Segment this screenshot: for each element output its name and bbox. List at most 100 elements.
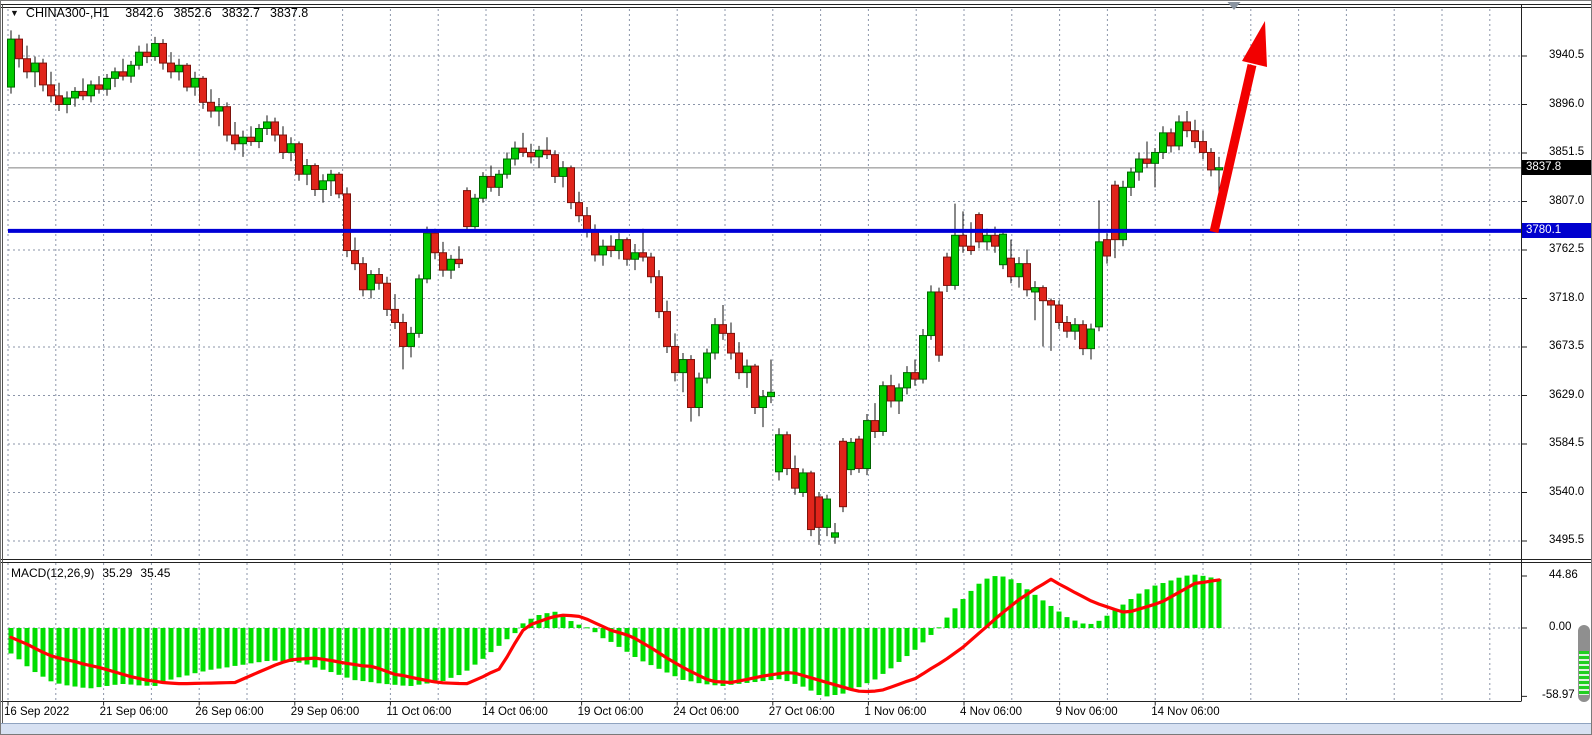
candle[interactable] [448,259,455,270]
candle[interactable] [152,43,159,56]
candle[interactable] [48,85,55,96]
candle[interactable] [984,235,991,242]
candle[interactable] [912,373,919,380]
candle[interactable] [512,148,519,159]
candle[interactable] [216,107,223,111]
candle[interactable] [952,235,959,285]
candle[interactable] [8,39,15,87]
candle[interactable] [616,240,623,251]
candle[interactable] [720,325,727,334]
candle[interactable] [808,473,815,530]
candle[interactable] [304,166,311,175]
candle[interactable] [256,128,263,141]
candle[interactable] [920,336,927,380]
candle[interactable] [352,251,359,264]
candle[interactable] [1136,159,1143,172]
candle[interactable] [1184,122,1191,131]
candle[interactable] [1064,322,1071,331]
candle[interactable] [320,181,327,190]
candle[interactable] [272,122,279,135]
candle[interactable] [752,366,759,407]
candle[interactable] [960,235,967,246]
candle[interactable] [976,215,983,242]
candle[interactable] [1024,264,1031,290]
candle[interactable] [392,309,399,322]
candle[interactable] [1040,288,1047,301]
trend-arrow-head[interactable] [1242,21,1267,67]
candle[interactable] [848,442,855,469]
candle[interactable] [904,373,911,388]
candle[interactable] [360,264,367,290]
candle[interactable] [328,174,335,181]
candle[interactable] [608,246,615,250]
candle[interactable] [832,533,839,537]
candle[interactable] [440,253,447,270]
candle[interactable] [1072,325,1079,332]
candle[interactable] [368,275,375,290]
candle[interactable] [936,292,943,355]
candle[interactable] [968,246,975,250]
candle[interactable] [1160,133,1167,153]
candle[interactable] [768,392,775,396]
candle[interactable] [96,85,103,89]
candle[interactable] [168,63,175,72]
candle[interactable] [1168,133,1175,146]
candle[interactable] [112,72,119,79]
candle[interactable] [712,325,719,353]
candle[interactable] [624,240,631,260]
candle[interactable] [1192,131,1199,142]
candle[interactable] [472,198,479,226]
candle[interactable] [80,91,87,95]
candle[interactable] [944,257,951,285]
candle[interactable] [432,233,439,253]
candle[interactable] [64,98,71,105]
candle[interactable] [224,107,231,135]
candle[interactable] [88,85,95,96]
candle[interactable] [344,194,351,251]
candle[interactable] [312,166,319,190]
candle[interactable] [200,78,207,102]
candle[interactable] [816,497,823,528]
candle[interactable] [464,191,471,227]
candle[interactable] [856,439,863,468]
candle[interactable] [176,65,183,72]
candle[interactable] [736,353,743,373]
candle[interactable] [144,52,151,56]
candle[interactable] [632,253,639,260]
candle[interactable] [664,312,671,347]
candle[interactable] [872,421,879,432]
candle[interactable] [240,137,247,144]
candle[interactable] [648,257,655,277]
candle[interactable] [56,96,63,105]
candle[interactable] [696,378,703,407]
candle[interactable] [488,176,495,187]
candle[interactable] [528,152,535,156]
candle[interactable] [728,333,735,353]
macd-scrollbar-thumb[interactable] [1578,625,1590,702]
candle[interactable] [688,360,695,408]
candle[interactable] [16,39,23,59]
candle[interactable] [1200,142,1207,153]
candle[interactable] [1016,264,1023,277]
candle[interactable] [1096,242,1103,327]
candle[interactable] [896,388,903,401]
candle[interactable] [504,159,511,174]
candle[interactable] [408,333,415,346]
candle[interactable] [600,246,607,255]
candle[interactable] [232,135,239,144]
candle[interactable] [128,65,135,76]
macd-layer[interactable] [9,575,1222,697]
candle[interactable] [1008,258,1015,277]
candle[interactable] [592,231,599,255]
candle[interactable] [40,63,47,85]
candle[interactable] [416,279,423,333]
candle[interactable] [208,102,215,111]
candle[interactable] [24,59,31,72]
candle[interactable] [384,283,391,309]
candle[interactable] [1048,301,1055,305]
candle[interactable] [840,441,847,506]
candle[interactable] [104,78,111,89]
candle[interactable] [296,144,303,175]
candle[interactable] [400,322,407,346]
candle[interactable] [928,292,935,336]
